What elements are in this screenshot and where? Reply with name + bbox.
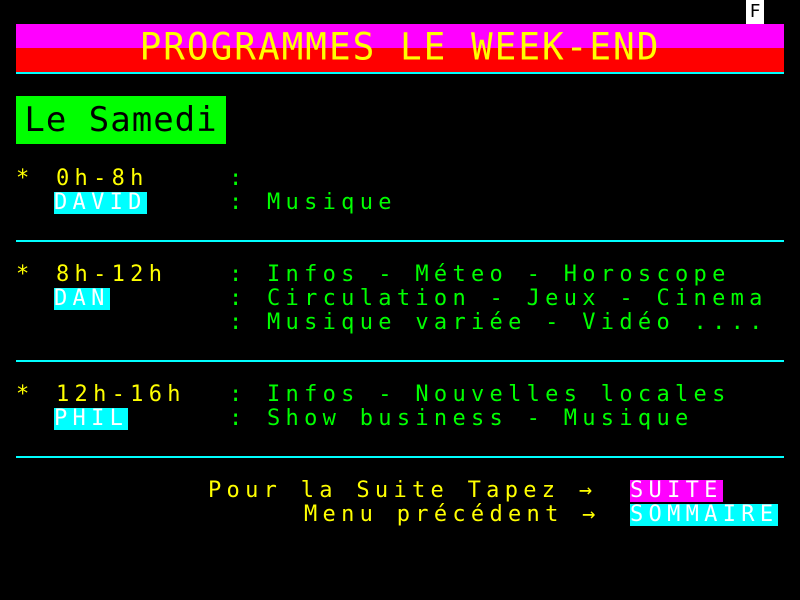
day-label: Le Samedi: [24, 100, 218, 140]
next-page-instruction: Pour la Suite Tapez →: [208, 478, 598, 503]
status-indicator: F: [746, 0, 764, 24]
program-line: Musique variée - Vidéo ....: [267, 310, 768, 335]
videotex-page: F PROGRAMMES LE WEEK-END Le Samedi * 0h-…: [0, 0, 800, 600]
separator: :: [229, 190, 248, 215]
separator: :: [229, 382, 248, 407]
program-line: Circulation - Jeux - Cinema: [267, 286, 768, 311]
separator: :: [229, 286, 248, 311]
page-title: PROGRAMMES LE WEEK-END: [139, 25, 661, 69]
separator: :: [229, 406, 248, 431]
suite-key-button[interactable]: SUITE: [630, 480, 723, 502]
sommaire-key-button[interactable]: SOMMAIRE: [630, 504, 779, 526]
divider: [16, 360, 784, 362]
program-line: Infos - Nouvelles locales: [267, 382, 731, 407]
separator: :: [229, 166, 248, 191]
time-slot: 12h-16h: [56, 382, 186, 407]
program-line: Infos - Méteo - Horoscope: [267, 262, 731, 287]
divider: [16, 240, 784, 242]
time-slot: 0h-8h: [56, 166, 149, 191]
bullet-icon: *: [16, 166, 35, 191]
divider: [16, 72, 784, 74]
separator: :: [229, 262, 248, 287]
previous-menu-instruction: Menu précédent →: [304, 502, 601, 527]
host-tag-dan: DAN: [54, 286, 110, 311]
bullet-icon: *: [16, 382, 35, 407]
bullet-icon: *: [16, 262, 35, 287]
host-tag-david: DAVID: [54, 190, 147, 215]
separator: :: [229, 310, 248, 335]
divider: [16, 456, 784, 458]
host-tag-phil: PHIL: [54, 406, 129, 431]
program-line: Musique: [267, 190, 397, 215]
time-slot: 8h-12h: [56, 262, 168, 287]
program-line: Show business - Musique: [267, 406, 694, 431]
